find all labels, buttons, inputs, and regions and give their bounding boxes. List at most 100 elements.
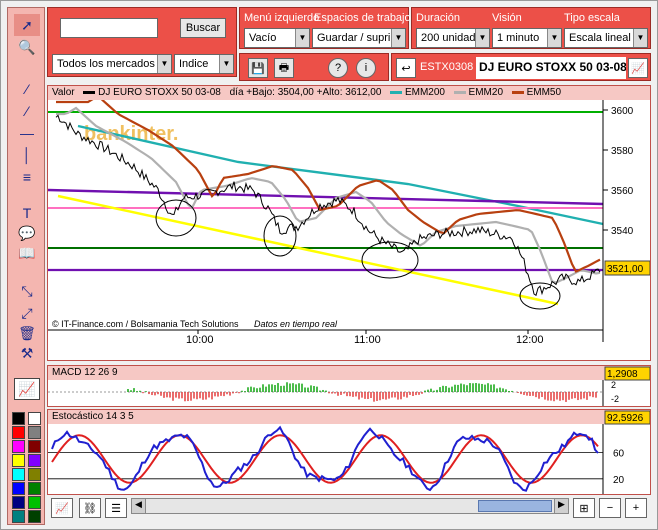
color-swatch[interactable] bbox=[28, 454, 41, 467]
ma-label: EMM20 bbox=[468, 87, 503, 98]
price-chart[interactable]: Valor DJ EURO STOXX 50 03-08 día +Bajo: … bbox=[47, 85, 651, 361]
trendline-tool-icon[interactable]: ⁄ bbox=[14, 78, 40, 100]
x-tick-label: 11:00 bbox=[354, 334, 381, 346]
type-select[interactable]: Indice ▼ bbox=[174, 54, 234, 74]
comment-tool-icon[interactable]: 💬 bbox=[14, 222, 40, 244]
menu-label: Menú izquierdo bbox=[244, 12, 320, 24]
channel-tool-icon[interactable]: ⤢ bbox=[14, 302, 40, 324]
search-input[interactable] bbox=[60, 18, 158, 38]
chevron-down-icon: ▼ bbox=[475, 29, 489, 47]
macd-plot: 2 -2 1,2908 bbox=[48, 366, 650, 406]
series-name: DJ EURO STOXX 50 03-08 bbox=[98, 87, 221, 98]
fibonacci-tool-icon[interactable]: ⤡ bbox=[14, 280, 40, 302]
ma-label: EMM200 bbox=[404, 87, 445, 98]
chart-type-icon[interactable]: 📈 bbox=[628, 58, 648, 78]
ma-swatch bbox=[390, 90, 403, 94]
zoom-in-icon[interactable]: + bbox=[625, 498, 647, 518]
menu-label: Duración bbox=[416, 12, 461, 24]
action-panel: 💾 🖶 ? i bbox=[239, 53, 389, 81]
last-price-label: 3521,00 bbox=[607, 264, 644, 275]
scale-select[interactable]: Escala lineal ▼ bbox=[564, 28, 648, 48]
info-icon[interactable]: i bbox=[356, 58, 376, 78]
zoom-fit-icon[interactable]: ⊞ bbox=[573, 498, 595, 518]
series-swatch bbox=[83, 90, 96, 94]
macd-chart[interactable]: MACD 12 26 9 2 -2 1,2908 bbox=[47, 365, 651, 407]
workspace-select[interactable]: Guardar / suprimir... ▼ bbox=[312, 28, 406, 48]
color-swatch[interactable] bbox=[12, 510, 25, 523]
search-button[interactable]: Buscar bbox=[180, 18, 226, 38]
annotation-ellipse bbox=[263, 215, 297, 257]
price-plot: bankinter.36003580356035403521,0010:00 11… bbox=[48, 100, 650, 346]
scroll-right-icon[interactable]: ▶ bbox=[554, 499, 568, 513]
scroll-left-icon[interactable]: ◀ bbox=[132, 499, 146, 513]
y-tick-label: 3600 bbox=[611, 106, 634, 117]
application-window: ➚ 🔍 ⁄ ⁄ — │ ≡ T 💬 📖 ⤡ ⤢ 🗑 ⚒ 📈 Buscar Tod… bbox=[0, 0, 658, 530]
ma-swatch bbox=[453, 90, 466, 94]
chevron-down-icon: ▼ bbox=[295, 29, 309, 47]
list-icon[interactable]: ☰ bbox=[105, 498, 127, 518]
stoch-value: 92,5926 bbox=[607, 413, 644, 424]
menu-label: Espacios de trabajo bbox=[314, 12, 411, 24]
stoch-d-line bbox=[51, 434, 599, 484]
text-tool-icon[interactable]: T bbox=[14, 202, 40, 224]
chart-settings-panel: Duración Visión Tipo escala 200 unidades… bbox=[411, 7, 651, 49]
indicator-chart-icon[interactable]: 📈 bbox=[14, 378, 40, 400]
left-toolbar: ➚ 🔍 ⁄ ⁄ — │ ≡ T 💬 📖 ⤡ ⤢ 🗑 ⚒ 📈 bbox=[7, 7, 45, 525]
chevron-down-icon: ▼ bbox=[157, 55, 171, 73]
pointer-tool-icon[interactable]: ➚ bbox=[14, 14, 40, 36]
color-swatch[interactable] bbox=[12, 496, 25, 509]
ma-label: EMM50 bbox=[526, 87, 562, 98]
color-swatch[interactable] bbox=[28, 482, 41, 495]
color-swatch[interactable] bbox=[28, 426, 41, 439]
day-range: día +Bajo: 3504,00 +Alto: 3612,00 bbox=[229, 87, 382, 98]
color-swatch[interactable] bbox=[12, 454, 25, 467]
color-swatch[interactable] bbox=[12, 426, 25, 439]
chart-export-icon[interactable]: 📈 bbox=[51, 498, 73, 518]
parallel-lines-tool-icon[interactable]: ≡ bbox=[14, 166, 40, 188]
macd-value: 1,2908 bbox=[607, 369, 638, 380]
stochastic-chart[interactable]: Estocástico 14 3 5 60 20 92,5926 bbox=[47, 409, 651, 495]
vertical-line-tool-icon[interactable]: │ bbox=[14, 144, 40, 166]
chevron-down-icon: ▼ bbox=[633, 29, 647, 47]
chevron-down-icon: ▼ bbox=[391, 29, 405, 47]
chevron-down-icon: ▼ bbox=[547, 29, 561, 47]
color-swatch[interactable] bbox=[28, 440, 41, 453]
trash-icon[interactable]: 🗑 bbox=[14, 322, 40, 344]
zoom-out-icon[interactable]: − bbox=[599, 498, 621, 518]
link-icon[interactable]: ⛓ bbox=[79, 498, 101, 518]
duration-select[interactable]: 200 unidades ▼ bbox=[416, 28, 490, 48]
help-icon[interactable]: ? bbox=[328, 58, 348, 78]
settings-tool-icon[interactable]: ⚒ bbox=[14, 342, 40, 364]
color-swatch[interactable] bbox=[12, 482, 25, 495]
chevron-down-icon: ▼ bbox=[219, 55, 233, 73]
ray-tool-icon[interactable]: ⁄ bbox=[14, 100, 40, 122]
color-swatch[interactable] bbox=[28, 496, 41, 509]
purple-trendline bbox=[48, 188, 604, 206]
instrument-panel: ↩ ESTX0308 DJ EURO STOXX 50 03-08 📈 bbox=[391, 53, 651, 81]
y-tick-label: 3560 bbox=[611, 186, 634, 197]
color-swatch[interactable] bbox=[12, 440, 25, 453]
search-panel: Buscar Todos los mercados ▼ Indice ▼ bbox=[47, 7, 237, 77]
horizontal-scrollbar[interactable]: ◀ ▶ bbox=[131, 498, 569, 514]
horizontal-line-tool-icon[interactable]: — bbox=[14, 122, 40, 144]
print-icon[interactable]: 🖶 bbox=[274, 58, 294, 78]
save-icon[interactable]: 💾 bbox=[248, 58, 268, 78]
color-swatch[interactable] bbox=[12, 468, 25, 481]
chart-title: Valor bbox=[52, 87, 75, 98]
x-tick-label: 12:00 bbox=[516, 334, 544, 346]
color-swatch[interactable] bbox=[28, 468, 41, 481]
book-tool-icon[interactable]: 📖 bbox=[14, 242, 40, 264]
macd-tick: 2 bbox=[611, 380, 616, 390]
scroll-thumb[interactable] bbox=[478, 500, 552, 512]
market-select[interactable]: Todos los mercados ▼ bbox=[52, 54, 172, 74]
color-swatch[interactable] bbox=[28, 412, 41, 425]
zoom-tool-icon[interactable]: 🔍 bbox=[14, 36, 40, 58]
color-swatch[interactable] bbox=[28, 510, 41, 523]
color-swatch[interactable] bbox=[12, 412, 25, 425]
left-menu-select[interactable]: Vacío ▼ bbox=[244, 28, 310, 48]
workspace-panel: Menú izquierdo Espacios de trabajo Vacío… bbox=[239, 7, 411, 49]
previous-chart-icon[interactable]: ↩ bbox=[396, 58, 416, 78]
instrument-code: ESTX0308 bbox=[420, 61, 474, 73]
vision-select[interactable]: 1 minuto ▼ bbox=[492, 28, 562, 48]
menu-label: Visión bbox=[492, 12, 522, 24]
